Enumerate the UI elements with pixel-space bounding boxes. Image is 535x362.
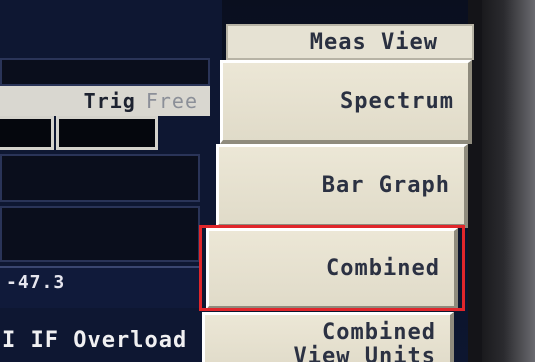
readout-cell-1 xyxy=(0,116,54,150)
analyzer-screen: Trig Free -47.3 I IF Overload Meas View … xyxy=(0,0,535,362)
info-panel-top xyxy=(0,58,210,86)
info-panel-middle xyxy=(0,154,200,202)
bar-graph-softkey[interactable]: Bar Graph xyxy=(216,144,468,228)
trig-value: Free xyxy=(145,89,198,113)
combined-softkey-label: Combined xyxy=(326,255,440,281)
instrument-bezel xyxy=(482,0,535,362)
trig-label: Trig xyxy=(83,89,136,113)
measurement-area: Trig Free -47.3 I IF Overload xyxy=(0,0,222,362)
info-panel-lower xyxy=(0,206,200,262)
combined-softkey[interactable]: Combined xyxy=(206,228,458,310)
trigger-status-bar: Trig Free xyxy=(0,86,210,116)
readout-value: -47.3 xyxy=(6,272,66,293)
combined-view-units-label-line1: Combined xyxy=(322,320,436,345)
combined-view-units-softkey[interactable]: Combined View Units xyxy=(202,312,454,362)
spectrum-softkey[interactable]: Spectrum xyxy=(220,60,472,144)
spectrum-softkey-label: Spectrum xyxy=(340,88,454,114)
combined-view-units-label-line2: View Units xyxy=(293,344,436,362)
menu-title: Meas View xyxy=(226,24,474,60)
if-overload-message: I IF Overload xyxy=(2,327,188,353)
readout-cell-2 xyxy=(56,116,158,150)
bar-graph-softkey-label: Bar Graph xyxy=(321,172,450,198)
